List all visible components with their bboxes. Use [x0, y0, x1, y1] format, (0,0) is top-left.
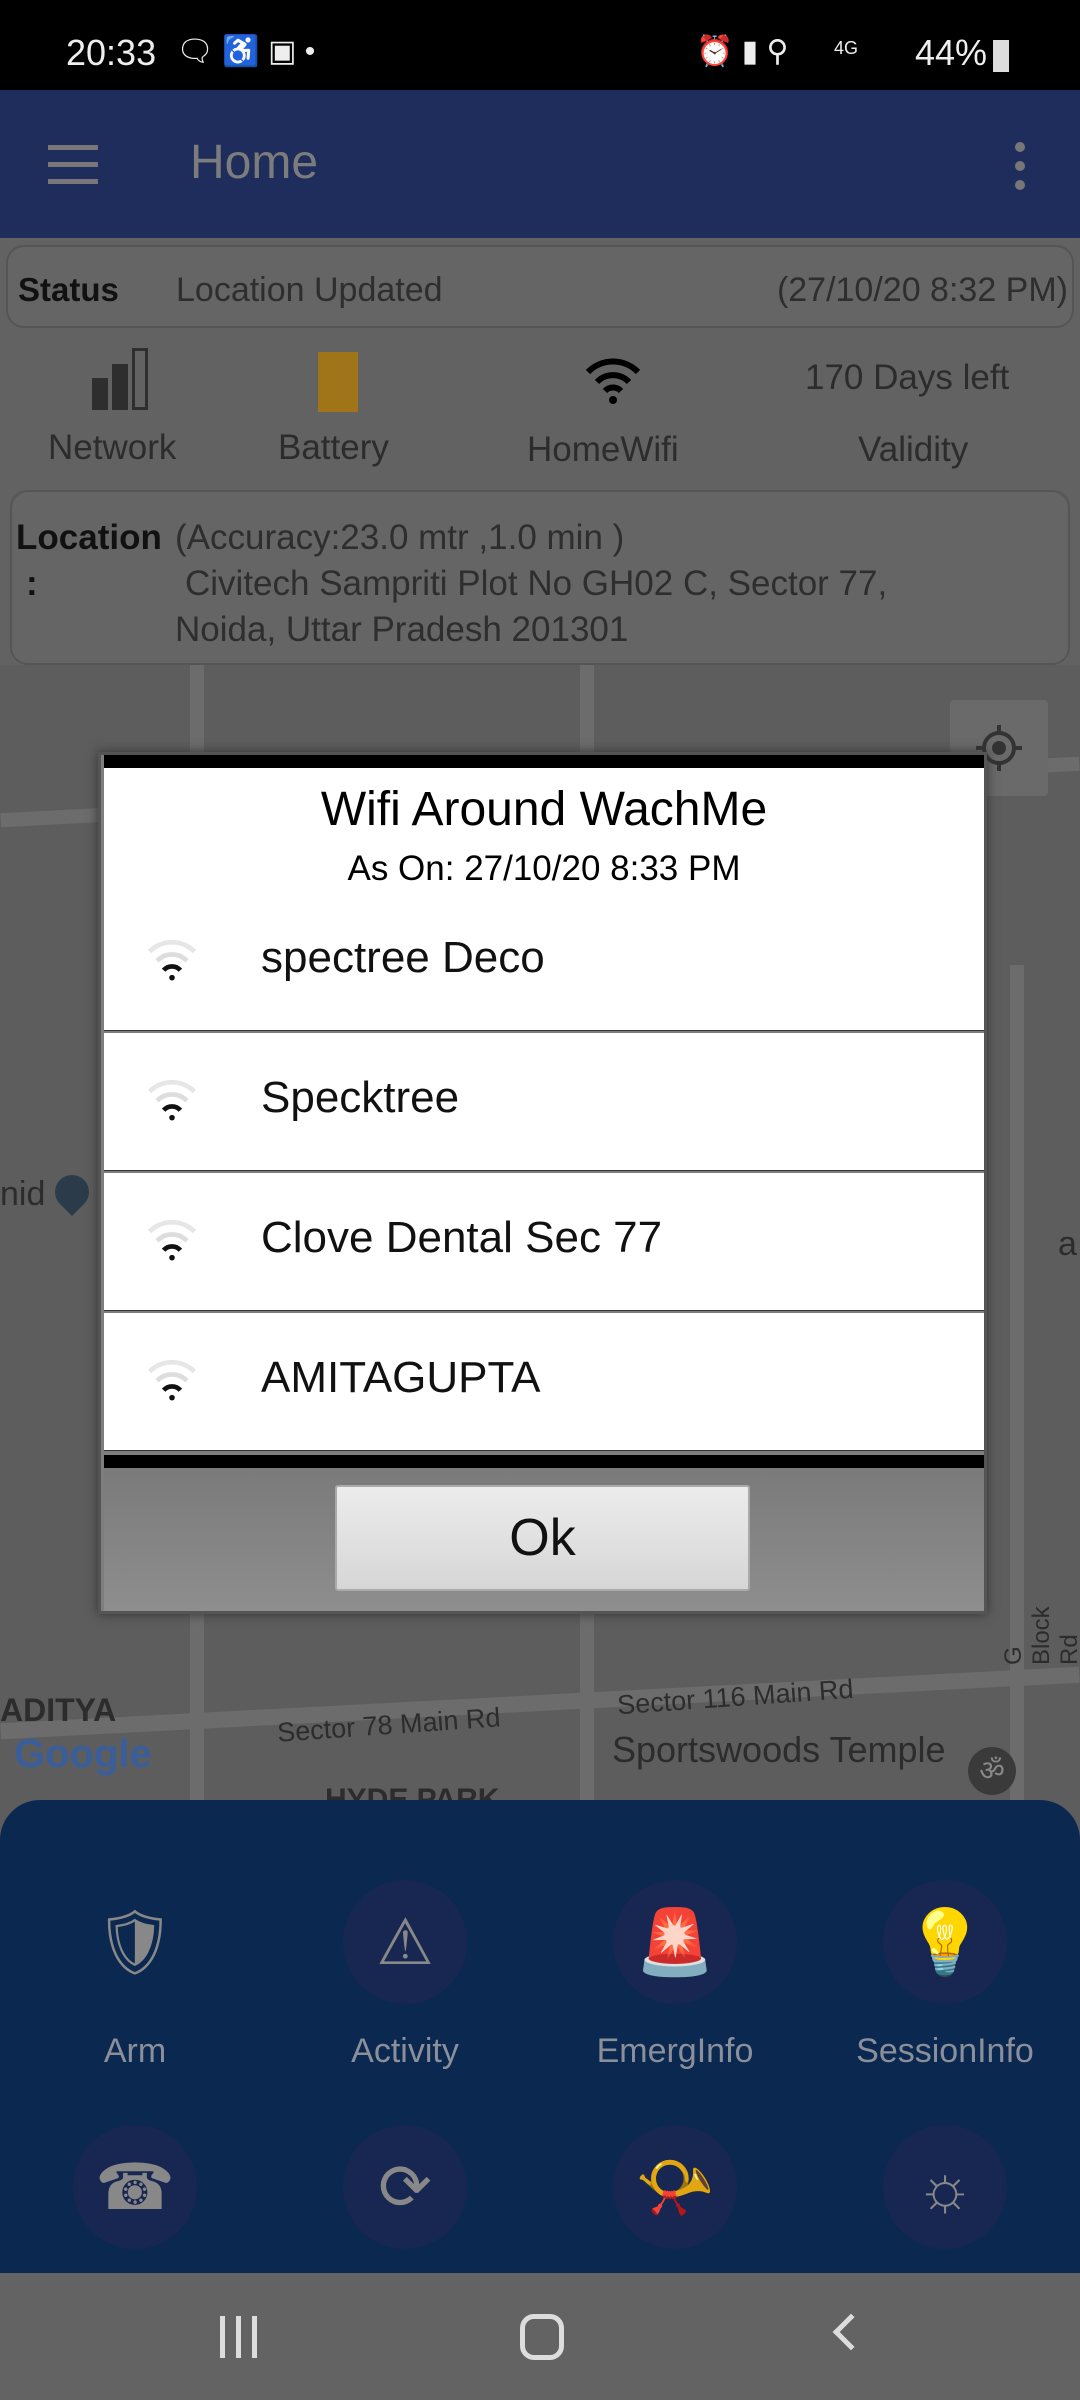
location-address-line2: Noida, Uttar Pradesh 201301 — [175, 610, 629, 649]
more-vert-icon[interactable] — [1015, 142, 1025, 190]
siren-icon: 🚨 — [635, 1905, 715, 1978]
back-icon[interactable] — [832, 2313, 870, 2351]
status-label: Status — [18, 271, 119, 308]
action-arm[interactable]: 🛡 Arm — [0, 1880, 270, 2071]
location-colon: : — [26, 564, 38, 603]
map-label: Sector 116 Main Rd — [616, 1673, 855, 1721]
clock: 20:33 — [66, 32, 157, 73]
indicator-label-battery: Battery — [278, 428, 389, 467]
indicator-label-validity: Validity — [858, 430, 969, 469]
ring-of-fire-icon: ☼ — [915, 2151, 975, 2223]
shield-user-icon: 🛡 — [94, 1905, 176, 1978]
battery-icon — [993, 40, 1009, 72]
action-label: Arm — [103, 2032, 167, 2070]
wifi-network-item[interactable]: AMITAGUPTA — [104, 1313, 984, 1451]
ok-button[interactable]: Ok — [335, 1485, 750, 1591]
indicator-row: Network Battery HomeWifi 170 Days left V… — [0, 340, 1080, 480]
dialog-title: Wifi Around WachMe — [320, 783, 768, 836]
action-label: EmergInfo — [596, 2032, 754, 2070]
notification-icons: 🗨 ♿ ▣ • — [176, 35, 316, 68]
refresh-icon: ⟳ — [378, 2150, 432, 2223]
action-activity[interactable]: ⚠ Activity — [270, 1880, 540, 2071]
wifi-network-name: Clove Dental Sec 77 — [261, 1213, 663, 1262]
wifi-weak-icon — [147, 1080, 197, 1121]
signal-icon — [92, 348, 152, 410]
map-pin-icon — [47, 1167, 97, 1217]
map-label: ADITYA — [0, 1692, 117, 1728]
wifi-network-name: AMITAGUPTA — [261, 1353, 541, 1402]
status-card: Status Location Updated (27/10/20 8:32 P… — [6, 245, 1074, 328]
wifi-icon — [583, 352, 643, 417]
wifi-weak-icon — [147, 1220, 197, 1261]
location-card: Location : (Accuracy:23.0 mtr ,1.0 min )… — [10, 490, 1070, 665]
indicator-label-homewifi: HomeWifi — [527, 430, 679, 469]
action-label: Activity — [351, 2032, 459, 2070]
battery-percent: 44% — [915, 32, 988, 73]
map-label: a — [1058, 1225, 1077, 1263]
status-value: Location Updated — [176, 271, 443, 309]
location-accuracy: (Accuracy:23.0 mtr ,1.0 min ) — [175, 518, 625, 557]
validity-days: 170 Days left — [805, 358, 1010, 397]
wifi-weak-icon — [147, 940, 197, 981]
app-bar: Home — [0, 90, 1080, 238]
map-label: Sportswoods Temple — [612, 1729, 946, 1770]
map-label: nid — [0, 1175, 46, 1213]
action-emerginfo[interactable]: 🚨 EmergInfo — [540, 1880, 810, 2071]
location-label: Location — [16, 518, 162, 557]
lightbulb-question-icon: 💡 — [905, 1905, 985, 1978]
wifi-network-name: Specktree — [261, 1073, 460, 1122]
temple-icon: ॐ — [968, 1747, 1016, 1795]
wifi-weak-icon — [147, 1360, 197, 1401]
system-icons: ⏰ ▮ ⚲ — [696, 35, 789, 68]
voice-sms-icon: 📯 — [635, 2150, 715, 2223]
map-label: G Block Rd — [1000, 1606, 1080, 1665]
battery-level-icon — [318, 352, 358, 412]
wifi-network-name: spectree Deco — [261, 933, 545, 982]
status-timestamp: (27/10/20 8:32 PM) — [776, 271, 1068, 309]
wifi-network-item[interactable]: spectree Deco — [104, 893, 984, 1031]
navigation-bar — [0, 2273, 1080, 2400]
telephone-icon: ☎ — [95, 2150, 175, 2223]
location-address-line1: Civitech Sampriti Plot No GH02 C, Sector… — [185, 564, 888, 603]
hamburger-icon[interactable] — [48, 145, 98, 184]
network-type: 4G — [834, 38, 859, 58]
wifi-network-item[interactable]: Specktree — [104, 1033, 984, 1171]
wifi-dialog: Wifi Around WachMe As On: 27/10/20 8:33 … — [98, 752, 987, 1614]
warning-icon: ⚠ — [376, 1905, 434, 1978]
recent-apps-icon[interactable] — [218, 2316, 260, 2358]
google-logo: Google — [14, 1732, 152, 1776]
wifi-network-item[interactable]: Clove Dental Sec 77 — [104, 1173, 984, 1311]
status-bar: 20:33 🗨 ♿ ▣ • ⏰ ▮ ⚲ 4G 44% — [0, 0, 1080, 90]
action-sessioninfo[interactable]: 💡 SessionInfo — [810, 1880, 1080, 2071]
action-label: SessionInfo — [856, 2032, 1034, 2070]
dialog-subtitle: As On: 27/10/20 8:33 PM — [347, 849, 741, 888]
page-title: Home — [190, 136, 319, 189]
indicator-label-network: Network — [48, 428, 177, 467]
home-icon[interactable] — [520, 2314, 564, 2360]
